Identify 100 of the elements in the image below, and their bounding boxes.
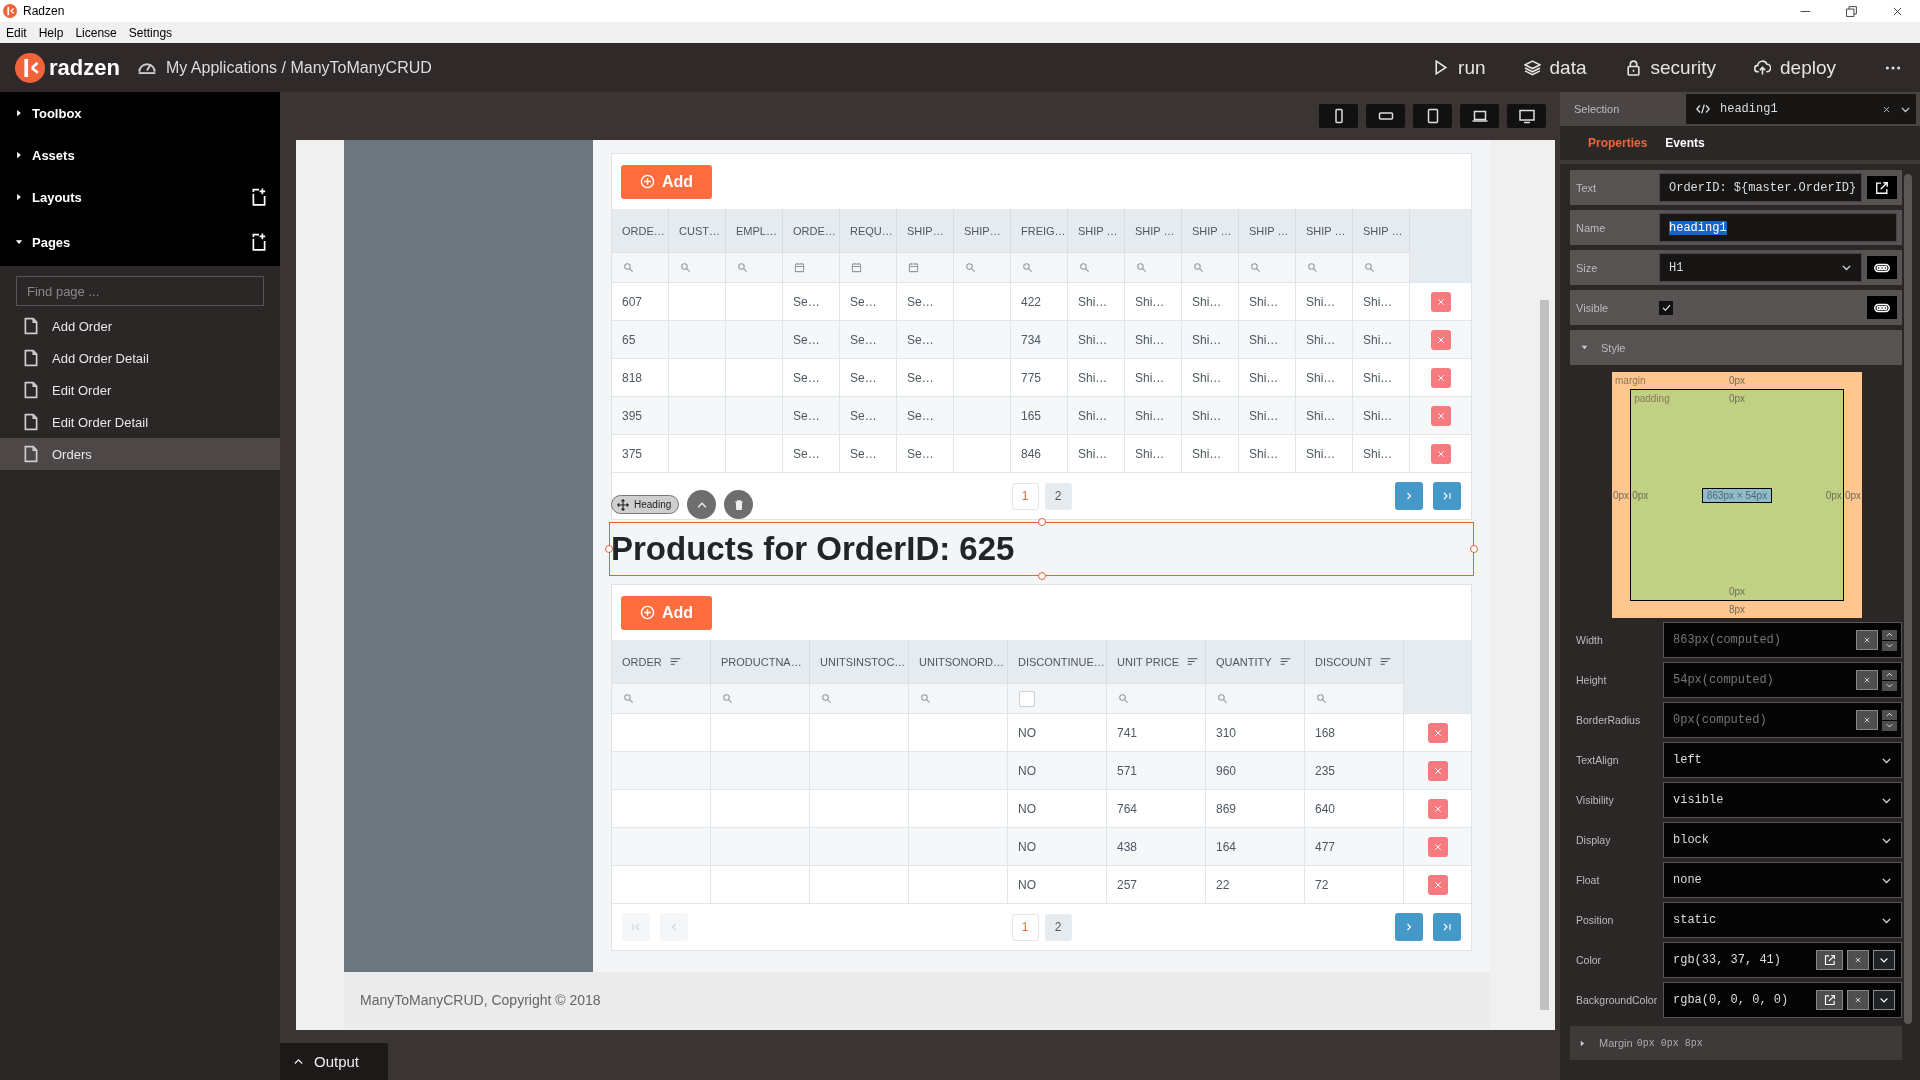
header-cell[interactable]: SHIP … [1296, 209, 1353, 252]
page-number[interactable]: 2 [1044, 482, 1072, 510]
page-number[interactable]: 2 [1044, 913, 1072, 941]
edit-button[interactable] [1867, 176, 1897, 199]
delete-button[interactable] [1427, 836, 1448, 857]
delete-button[interactable] [1430, 367, 1451, 388]
filter-cell[interactable] [612, 683, 711, 713]
menu-item[interactable]: Edit [6, 25, 27, 40]
page-item[interactable]: Orders [0, 438, 280, 470]
increment-button[interactable] [1882, 669, 1897, 680]
header-cell[interactable]: EMPL… [726, 209, 783, 252]
clear-button[interactable] [1847, 990, 1869, 1010]
device-button[interactable] [1460, 104, 1499, 128]
nav-button[interactable]: data [1509, 56, 1601, 79]
number-field[interactable]: 54px(computed) [1663, 662, 1902, 698]
page-heading[interactable]: Products for OrderID: 625 [610, 523, 1473, 575]
page-item[interactable]: Edit Order Detail [0, 406, 280, 438]
delete-button[interactable] [1427, 874, 1448, 895]
scrollbar-thumb[interactable] [1540, 300, 1549, 1010]
delete-button[interactable] [1430, 329, 1451, 350]
dropdown[interactable]: left [1663, 742, 1902, 778]
selection-dropdown[interactable]: heading1 [1686, 94, 1916, 124]
decrement-button[interactable] [1882, 680, 1897, 691]
filter-checkbox[interactable] [1019, 690, 1035, 707]
delete-button[interactable] [1427, 760, 1448, 781]
clear-icon[interactable] [1882, 104, 1891, 114]
resize-handle[interactable] [605, 545, 613, 553]
restore-icon[interactable] [1844, 4, 1858, 18]
filter-cell[interactable] [711, 683, 810, 713]
header-cell[interactable]: ORDER [612, 640, 711, 683]
header-cell[interactable]: SHIP … [1068, 209, 1125, 252]
text-field[interactable]: heading1 [1659, 213, 1897, 242]
header-cell[interactable]: UNITSINSTOC… [810, 640, 909, 683]
filter-cell[interactable] [1182, 252, 1239, 282]
menu-item[interactable]: License [75, 25, 117, 40]
number-input[interactable]: 0px(computed) [1673, 713, 1852, 727]
resize-handle[interactable] [1037, 518, 1046, 526]
filter-cell[interactable] [1008, 683, 1107, 713]
filter-cell[interactable] [726, 252, 783, 282]
header-cell[interactable]: UNIT PRICE [1107, 640, 1206, 683]
header-cell[interactable]: FREIG… [1011, 209, 1068, 252]
dropdown[interactable]: visible [1663, 782, 1902, 818]
filter-cell[interactable] [669, 252, 726, 282]
number-field[interactable]: 0px(computed) [1663, 702, 1902, 738]
device-button[interactable] [1507, 104, 1546, 128]
filter-cell[interactable] [612, 252, 669, 282]
add-page-icon[interactable] [250, 188, 268, 206]
filter-cell[interactable] [897, 252, 954, 282]
page-item[interactable]: Add Order Detail [0, 342, 280, 374]
delete-button[interactable] [1427, 798, 1448, 819]
filter-cell[interactable] [1107, 683, 1206, 713]
dropdown[interactable]: block [1663, 822, 1902, 858]
pager-button[interactable] [1395, 482, 1423, 510]
search-field[interactable]: Find page ... [16, 276, 264, 306]
header-cell[interactable]: UNITSONORD… [909, 640, 1008, 683]
section-header[interactable]: Style [1570, 330, 1902, 365]
tab[interactable]: Properties [1584, 136, 1652, 150]
header-cell[interactable]: PRODUCTNA… [711, 640, 810, 683]
filter-cell[interactable] [954, 252, 1011, 282]
binding-button[interactable] [1867, 256, 1897, 279]
filter-cell[interactable] [1239, 252, 1296, 282]
page-item[interactable]: Edit Order [0, 374, 280, 406]
tab[interactable]: Events [1661, 136, 1709, 150]
filter-cell[interactable] [840, 252, 897, 282]
filter-cell[interactable] [810, 683, 909, 713]
dropdown-button[interactable] [1873, 950, 1895, 970]
header-cell[interactable]: SHIP … [1353, 209, 1410, 252]
header-cell[interactable]: DISCOUNT [1305, 640, 1404, 683]
nav-button[interactable]: run [1418, 56, 1500, 79]
filter-cell[interactable] [1353, 252, 1410, 282]
decrement-button[interactable] [1882, 720, 1897, 731]
header-cell[interactable]: SHIP … [1182, 209, 1239, 252]
resize-handle[interactable] [1470, 545, 1478, 553]
filter-cell[interactable] [1011, 252, 1068, 282]
filter-cell[interactable] [783, 252, 840, 282]
dropdown[interactable]: H1 [1659, 253, 1862, 282]
section-header[interactable]: Pages [0, 218, 280, 266]
header-cell[interactable]: ORDE… [783, 209, 840, 252]
section-header[interactable]: Assets [0, 134, 280, 176]
header-cell[interactable]: ORDE… [612, 209, 669, 252]
delete-button[interactable] [1430, 291, 1451, 312]
filter-cell[interactable] [1305, 683, 1404, 713]
number-input[interactable]: 863px(computed) [1673, 633, 1852, 647]
scrollbar[interactable] [1904, 174, 1912, 1024]
delete-button[interactable] [1430, 443, 1451, 464]
color-field[interactable]: rgba(0, 0, 0, 0) [1663, 982, 1902, 1018]
device-button[interactable] [1366, 104, 1405, 128]
header-cell[interactable]: SHIP… [897, 209, 954, 252]
nav-button[interactable]: deploy [1740, 56, 1850, 79]
filter-cell[interactable] [1068, 252, 1125, 282]
number-input[interactable]: 54px(computed) [1673, 673, 1852, 687]
header-cell[interactable]: REQU… [840, 209, 897, 252]
header-cell[interactable]: CUST… [669, 209, 726, 252]
breadcrumb-link[interactable]: My Applications / ManyToManyCRUD [165, 58, 432, 77]
header-cell[interactable]: SHIP… [954, 209, 1011, 252]
text-field[interactable]: OrderID: ${master.OrderID} [1659, 173, 1862, 202]
delete-button[interactable] [1427, 722, 1448, 743]
pager-button[interactable] [1433, 913, 1461, 941]
device-button[interactable] [1319, 104, 1358, 128]
section-header[interactable]: Toolbox [0, 92, 280, 134]
